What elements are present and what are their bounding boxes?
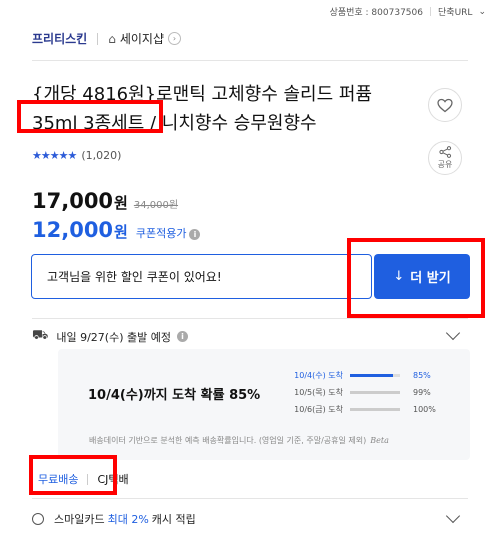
- truck-icon: ⛟: [32, 328, 49, 343]
- divider: [32, 60, 468, 61]
- original-price: 34,000원: [133, 200, 179, 211]
- forecast-bar: [350, 408, 400, 411]
- chevron-down-icon[interactable]: [445, 325, 461, 341]
- info-icon[interactable]: i: [176, 331, 188, 342]
- smilecard-highlight: 최대 2%: [107, 513, 149, 526]
- info-icon[interactable]: i: [189, 229, 201, 240]
- share-icon: [438, 146, 451, 158]
- forecast-date: 10/5(목) 도착: [294, 388, 343, 397]
- breadcrumb-divider: [97, 32, 99, 45]
- forecast-date: 10/4(수) 도착: [294, 371, 343, 380]
- forecast-bar-fill: [350, 408, 400, 411]
- forecast-item: 10/6(금) 도착 100%: [285, 401, 455, 418]
- forecast-title: 10/4(수)까지 도착 확률 85%: [88, 388, 261, 403]
- shipping-summary[interactable]: ⛟ 내일 9/27(수) 출발 예정 i: [32, 328, 188, 345]
- forecast-percent: 99%: [413, 388, 431, 397]
- chevron-down-icon[interactable]: [445, 508, 461, 524]
- share-label: 공유: [437, 160, 453, 169]
- share-button[interactable]: 공유: [428, 141, 462, 175]
- shorten-url-link[interactable]: 단축URL: [438, 5, 472, 18]
- heart-icon: [437, 98, 453, 112]
- forecast-bar: [350, 391, 400, 394]
- star-rating-icon: ★★★★★: [32, 149, 77, 162]
- coupon-price: 12,000 원 쿠폰적용가 i: [32, 218, 201, 242]
- smilecard-prefix: 스마일카드: [54, 513, 105, 526]
- rating[interactable]: ★★★★★ (1,020): [32, 149, 121, 162]
- divider: [32, 498, 468, 499]
- highlight-box-coupon: [347, 238, 485, 318]
- breadcrumb-shop[interactable]: 프리티스킨: [32, 30, 87, 47]
- coupon-price-label: 쿠폰적용가: [135, 227, 187, 240]
- beta-label: Beta: [370, 436, 389, 445]
- delivery-forecast: 10/4(수)까지 도착 확률 85% 10/4(수) 도착 85% 10/5(…: [58, 349, 470, 460]
- home-icon: ⌂: [108, 31, 116, 46]
- forecast-note-text: 배송데이터 기반으로 분석한 예측 배송확률입니다. (영업일 기준, 주말/공…: [89, 436, 367, 445]
- forecast-bar: [350, 374, 400, 377]
- chevron-down-icon: ⌄: [478, 6, 486, 17]
- wishlist-button[interactable]: [428, 88, 462, 122]
- forecast-percent: 100%: [413, 405, 436, 414]
- highlight-box-shipping: [29, 455, 117, 495]
- shipping-date: 내일 9/27(수) 출발 예정: [56, 330, 171, 344]
- smile-icon: [32, 513, 44, 525]
- chevron-right-icon[interactable]: ›: [168, 32, 181, 45]
- coupon-price-unit: 원: [114, 223, 128, 241]
- product-meta: 상품번호 : 800737506 | 단축URL ⌄: [329, 5, 486, 19]
- meta-divider: |: [428, 6, 433, 17]
- sale-price: 17,000 원 34,000원: [32, 189, 178, 213]
- sale-price-unit: 원: [114, 194, 128, 212]
- forecast-date: 10/6(금) 도착: [294, 405, 343, 414]
- highlight-box-title: [17, 100, 163, 133]
- breadcrumb: 프리티스킨 ⌂ 세이지샵 ›: [32, 30, 181, 47]
- forecast-list: 10/4(수) 도착 85% 10/5(목) 도착 99% 10/6(금) 도착…: [285, 367, 455, 418]
- forecast-bar-fill: [350, 391, 400, 394]
- review-count: (1,020): [81, 149, 122, 162]
- coupon-price-value: 12,000: [32, 218, 114, 242]
- breadcrumb-store[interactable]: 세이지샵: [120, 30, 164, 47]
- smilecard-cashback[interactable]: 스마일카드 최대 2% 캐시 적립: [32, 511, 196, 527]
- forecast-percent: 85%: [413, 371, 431, 380]
- forecast-note: 배송데이터 기반으로 분석한 예측 배송확률입니다. (영업일 기준, 주말/공…: [58, 435, 470, 446]
- coupon-message: 고객님을 위한 할인 쿠폰이 있어요!: [47, 270, 222, 284]
- sale-price-value: 17,000: [32, 189, 114, 213]
- forecast-item: 10/4(수) 도착 85%: [285, 367, 455, 384]
- forecast-bar-fill: [350, 374, 393, 377]
- product-number: 상품번호 : 800737506: [329, 8, 423, 18]
- divider: [32, 318, 468, 319]
- coupon-banner: 고객님을 위한 할인 쿠폰이 있어요!: [31, 254, 372, 299]
- smilecard-suffix: 캐시 적립: [151, 513, 196, 526]
- forecast-item: 10/5(목) 도착 99%: [285, 384, 455, 401]
